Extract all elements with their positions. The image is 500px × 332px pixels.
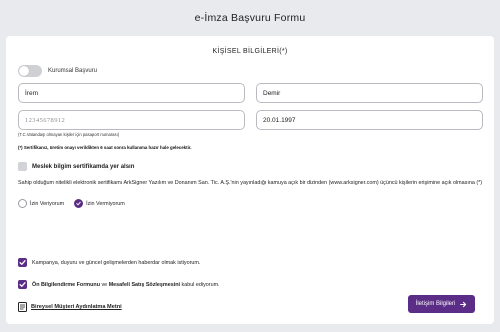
campaign-checkbox[interactable] — [18, 258, 27, 267]
first-name-field[interactable]: İrem — [18, 83, 245, 103]
document-icon — [18, 302, 27, 312]
page-title: e-İmza Başvuru Formu — [194, 12, 306, 24]
agreement-label: Ön Bilgilendirme Formunu ve Mesafeli Sat… — [32, 282, 220, 288]
check-icon — [19, 282, 26, 287]
consent-text: Sahip olduğum nitelikli elektronik serti… — [18, 180, 483, 186]
consent-radio-group: İzin Veriyorum İzin Vermiyorum — [18, 199, 135, 208]
consent-option-allow[interactable]: İzin Veriyorum — [18, 199, 64, 208]
next-button-label: İletişim Bilgileri — [415, 301, 456, 307]
consent-option-deny[interactable]: İzin Vermiyorum — [74, 199, 125, 208]
privacy-notice-label: Bireysel Müşteri Aydınlatma Metni — [31, 304, 122, 310]
professional-cert-checkbox[interactable] — [18, 162, 27, 171]
last-name-field[interactable]: Demir — [256, 83, 483, 103]
section-title: KİŞİSEL BİLGİLERİ(*) — [212, 48, 288, 55]
pre-info-form-link[interactable]: Ön Bilgilendirme Formunu — [32, 282, 100, 288]
agreement-checkbox-row[interactable]: Ön Bilgilendirme Formunu ve Mesafeli Sat… — [18, 280, 220, 289]
corporate-toggle-label: Kurumsal Başvuru — [48, 68, 98, 74]
tckn-field[interactable]: 12345678912 — [18, 110, 245, 130]
distance-sales-contract-link[interactable]: Mesafeli Satış Sözleşmesini — [109, 282, 180, 288]
form-card: KİŞİSEL BİLGİLERİ(*) Kurumsal Başvuru İr… — [6, 36, 494, 324]
agreement-accept-text: kabul ediyorum. — [180, 281, 220, 288]
agreement-checkbox[interactable] — [18, 280, 27, 289]
campaign-label: Kampanya, duyuru ve güncel gelişmelerden… — [32, 259, 201, 266]
campaign-checkbox-row[interactable]: Kampanya, duyuru ve güncel gelişmelerden… — [18, 258, 200, 267]
birth-date-field[interactable]: 20.01.1997 — [256, 110, 483, 130]
tckn-hint: (T.C.Vatandaşı olmayan kişiler için pasa… — [18, 132, 120, 137]
check-icon — [19, 260, 26, 265]
corporate-toggle[interactable] — [18, 65, 42, 77]
consent-option-deny-label: İzin Vermiyorum — [86, 200, 125, 207]
radio-allow[interactable] — [18, 199, 27, 208]
check-icon — [76, 201, 81, 206]
privacy-notice-link[interactable]: Bireysel Müşteri Aydınlatma Metni — [18, 302, 122, 312]
professional-cert-label: Meslek bilgim sertifikamda yer alsın — [32, 163, 135, 170]
corporate-toggle-row[interactable]: Kurumsal Başvuru — [18, 65, 97, 77]
agreement-and-text: ve — [99, 281, 109, 288]
arrow-right-icon — [460, 301, 467, 307]
next-contact-info-button[interactable]: İletişim Bilgileri — [408, 295, 475, 313]
radio-deny[interactable] — [74, 199, 84, 208]
toggle-knob — [19, 66, 29, 76]
consent-option-allow-label: İzin Veriyorum — [30, 200, 65, 207]
certificate-note: (*) Sertifikanız, üretim onayı verildikt… — [18, 145, 192, 150]
professional-cert-checkbox-row[interactable]: Meslek bilgim sertifikamda yer alsın — [18, 162, 134, 171]
